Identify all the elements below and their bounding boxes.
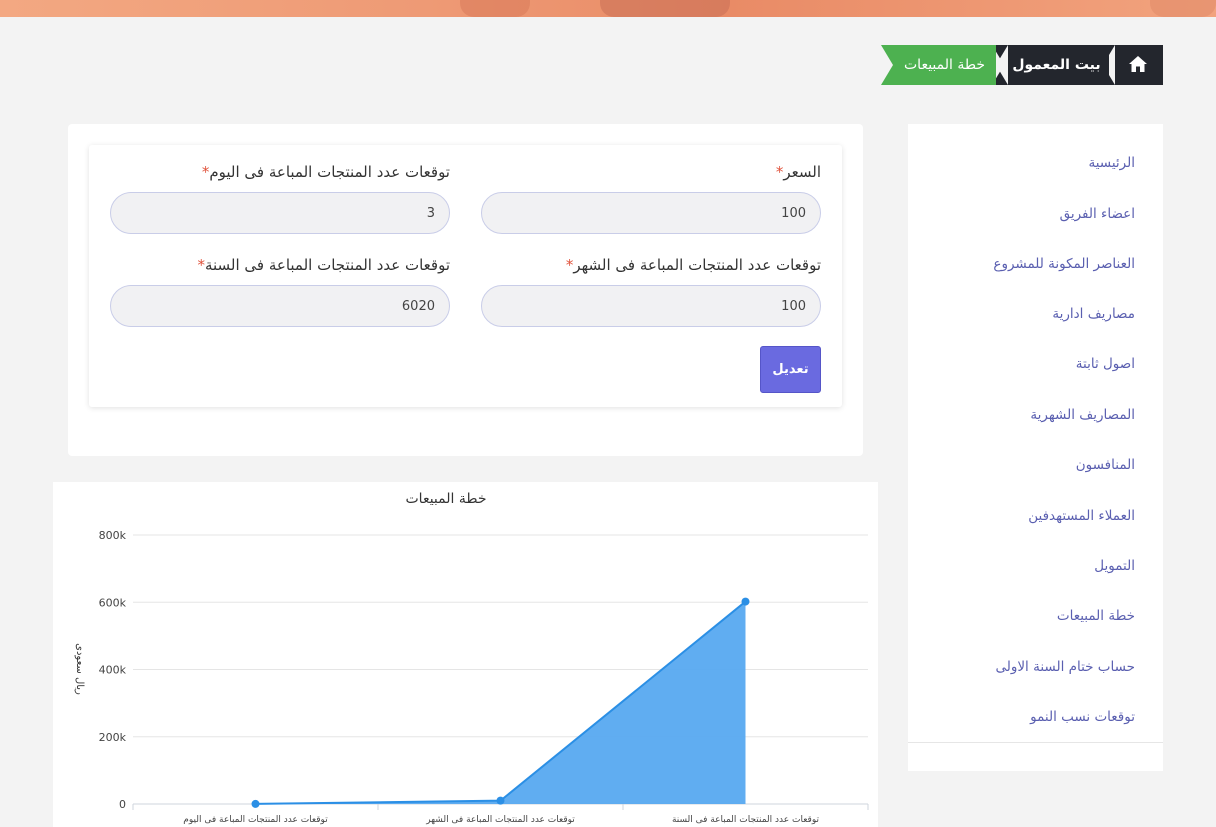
monthly-sales-label: توقعات عدد المنتجات المباعة فى الشهر* xyxy=(560,256,821,274)
daily-sales-label: توقعات عدد المنتجات المباعة فى اليوم* xyxy=(196,163,450,181)
yearly-sales-label: توقعات عدد المنتجات المباعة فى السنة* xyxy=(191,256,450,274)
chart-y-axis-label: ريال سعودى xyxy=(74,643,85,695)
chart-title: خطة المبيعات xyxy=(406,491,487,507)
chart-data-point[interactable] xyxy=(496,796,505,805)
chart-y-tick-label: 0 xyxy=(119,798,126,811)
breadcrumb-separator xyxy=(996,45,1008,85)
sidebar-item-sales-plan[interactable]: خطة المبيعات xyxy=(1057,608,1135,624)
header-banner xyxy=(0,0,1216,17)
chart-y-tick-label: 600k xyxy=(99,596,127,609)
price-label: السعر* xyxy=(770,163,821,181)
yearly-sales-label-text: توقعات عدد المنتجات المباعة فى السنة xyxy=(204,256,450,274)
banner-decoration xyxy=(1150,0,1216,17)
breadcrumb-home[interactable] xyxy=(1100,45,1163,85)
chart-data-point[interactable] xyxy=(741,597,750,606)
chart-data-point[interactable] xyxy=(251,799,260,808)
monthly-sales-input[interactable] xyxy=(481,285,821,327)
chart-x-tick-label: توقعات عدد المنتجات المباعة فى السنة xyxy=(672,815,820,825)
breadcrumb-item-current: خطة المبيعات xyxy=(881,45,996,85)
sidebar-item-fixed-assets[interactable]: اصول ثابتة xyxy=(1076,356,1135,372)
edit-button[interactable]: تعديل xyxy=(760,346,821,393)
breadcrumb-item-project[interactable]: بيت المعمول xyxy=(992,45,1109,85)
price-input[interactable] xyxy=(481,192,821,234)
chart-area-fill xyxy=(255,601,746,804)
daily-sales-label-text: توقعات عدد المنتجات المباعة فى اليوم xyxy=(209,163,450,181)
sidebar-item-admin-expenses[interactable]: مصاريف ادارية xyxy=(1052,306,1135,322)
monthly-sales-label-text: توقعات عدد المنتجات المباعة فى الشهر xyxy=(573,256,821,274)
sidebar-item-competitors[interactable]: المنافسون xyxy=(1076,457,1135,473)
sidebar-divider xyxy=(908,742,1163,743)
banner-decoration xyxy=(460,0,530,17)
sidebar-item-team-members[interactable]: اعضاء الفريق xyxy=(1060,206,1135,222)
chart-svg: 0 200k 400k 600k 800k توقعات عدد المنتجات الم… xyxy=(74,491,869,825)
home-icon xyxy=(1129,56,1147,72)
sidebar-item-funding[interactable]: التمويل xyxy=(1094,558,1135,574)
sidebar: الرئيسية اعضاء الفريق العناصر المكونة لل… xyxy=(908,124,1163,771)
sidebar-item-home[interactable]: الرئيسية xyxy=(1089,155,1136,171)
chart-y-tick-label: 400k xyxy=(99,664,127,677)
sidebar-item-growth-forecasts[interactable]: توقعات نسب النمو xyxy=(1030,709,1135,725)
chart-x-tick-label: توقعات عدد المنتجات المباعة فى الشهر xyxy=(425,815,575,825)
sidebar-item-year-end-account[interactable]: حساب ختام السنة الاولى xyxy=(995,659,1135,675)
price-label-text: السعر xyxy=(783,163,821,181)
daily-sales-input[interactable] xyxy=(110,192,450,234)
chart-y-tick-label: 200k xyxy=(99,731,127,744)
sidebar-item-project-components[interactable]: العناصر المكونة للمشروع xyxy=(993,256,1135,272)
banner-decoration xyxy=(600,0,730,17)
chart-y-tick-label: 800k xyxy=(99,529,127,542)
form-panel xyxy=(89,145,842,407)
yearly-sales-input[interactable] xyxy=(110,285,450,327)
sidebar-item-monthly-expenses[interactable]: المصاريف الشهرية xyxy=(1030,407,1135,423)
chart-x-tick-label: توقعات عدد المنتجات المباعة فى اليوم xyxy=(183,815,328,825)
required-marker: * xyxy=(197,256,205,274)
sales-plan-chart: 0 200k 400k 600k 800k توقعات عدد المنتجات الم… xyxy=(53,482,878,827)
sidebar-item-target-customers[interactable]: العملاء المستهدفين xyxy=(1028,508,1135,524)
